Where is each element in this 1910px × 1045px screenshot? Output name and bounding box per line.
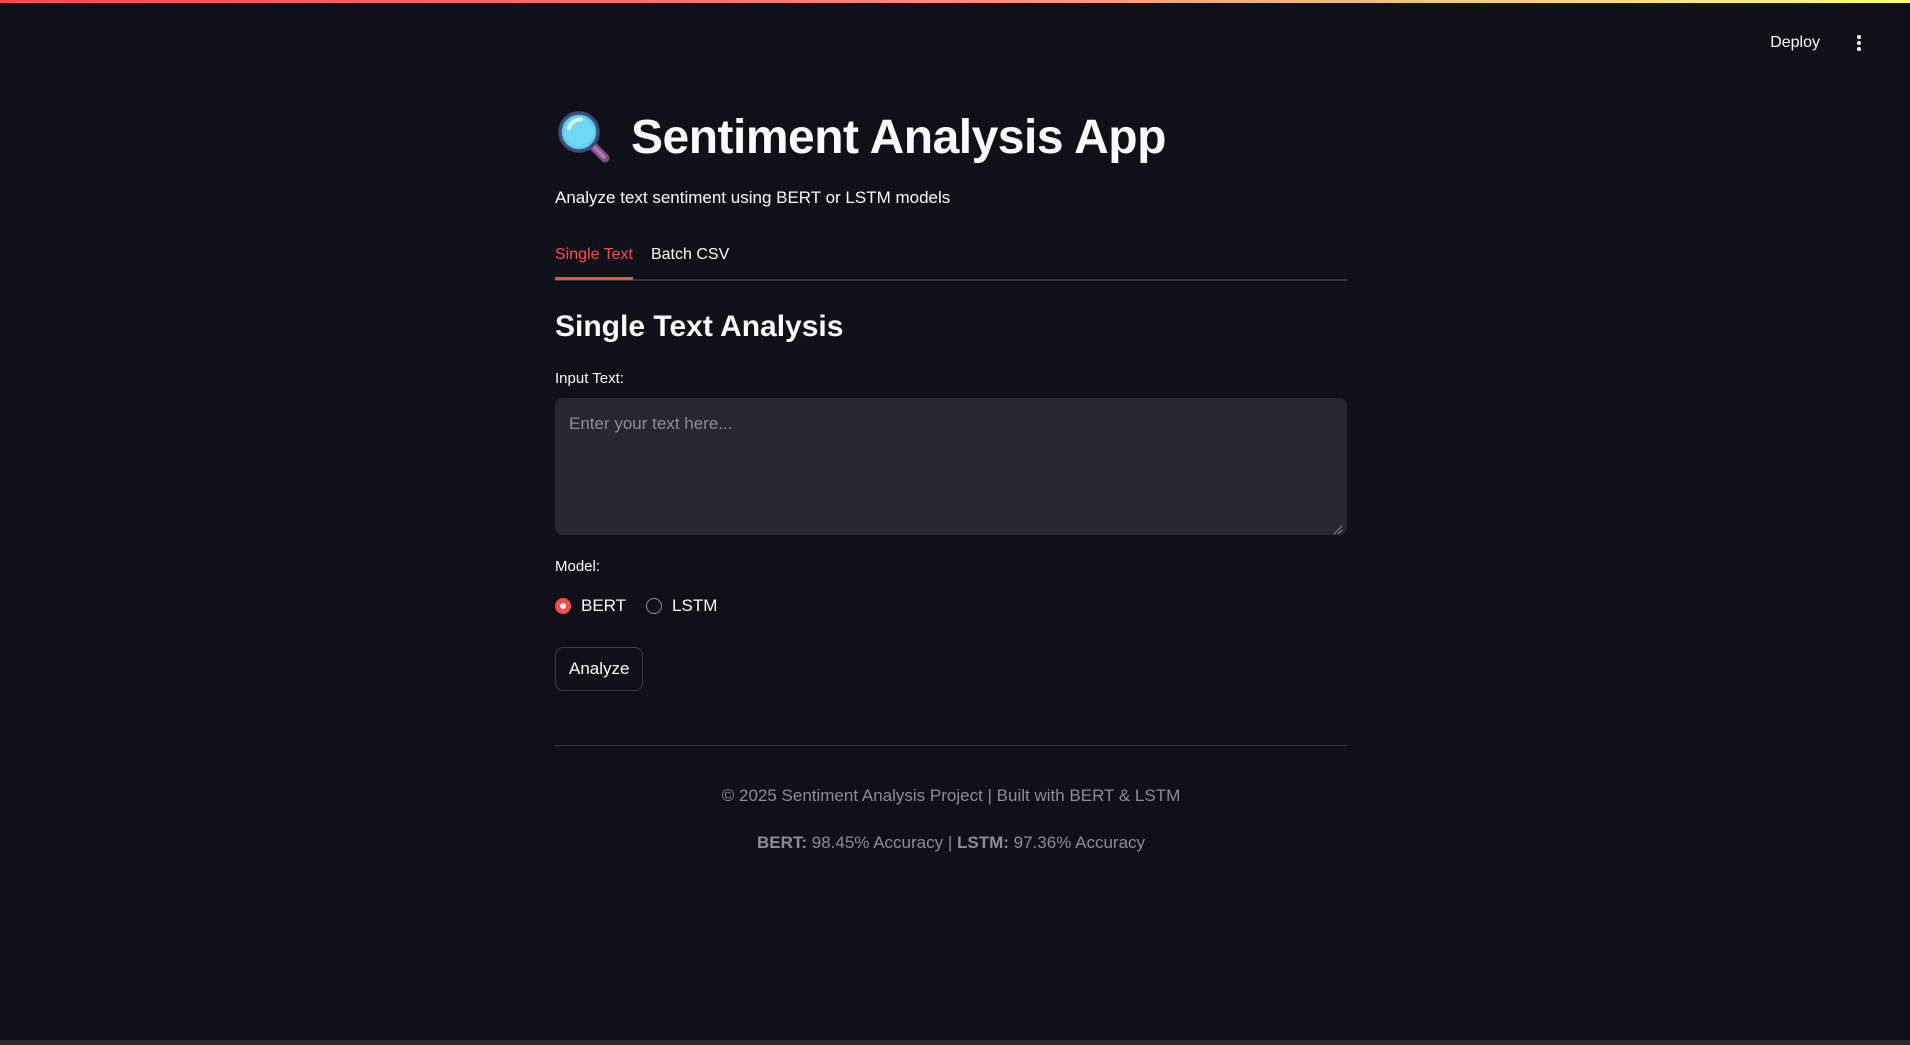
resize-grip-icon[interactable]	[1333, 522, 1343, 535]
magnifying-glass-icon	[555, 108, 613, 166]
tab-bar: Single Text Batch CSV	[555, 244, 1347, 281]
footer-accuracy: BERT: 98.45% Accuracy | LSTM: 97.36% Acc…	[555, 833, 1347, 853]
deploy-button[interactable]: Deploy	[1762, 28, 1828, 58]
page-subtitle: Analyze text sentiment using BERT or LST…	[555, 188, 951, 207]
page-title: Sentiment Analysis App	[631, 110, 1166, 164]
divider	[555, 745, 1347, 746]
lstm-accuracy-value: 97.36% Accuracy	[1013, 833, 1146, 852]
analyze-button[interactable]: Analyze	[555, 647, 644, 691]
model-label: Model:	[555, 558, 601, 575]
tab-batch-csv[interactable]: Batch CSV	[651, 244, 729, 277]
model-radio-group: BERT LSTM	[555, 596, 737, 616]
bert-accuracy-label: BERT:	[756, 833, 808, 852]
section-title: Single Text Analysis	[555, 310, 844, 343]
title-row: Sentiment Analysis App	[555, 108, 1166, 166]
toolbar: Deploy	[1762, 28, 1870, 58]
footer-separator: |	[947, 833, 953, 852]
bert-accuracy-value: 98.45% Accuracy	[811, 833, 944, 852]
input-text-label: Input Text:	[555, 370, 624, 387]
model-option-label: LSTM	[672, 596, 718, 615]
footer-copyright: © 2025 Sentiment Analysis Project | Buil…	[721, 786, 1181, 805]
app-window: Deploy Sentiment Analysis App Analyze te…	[0, 0, 1910, 1040]
tab-single-text[interactable]: Single Text	[555, 244, 633, 280]
more-vertical-icon[interactable]	[1848, 29, 1870, 57]
radio-unselected-icon[interactable]	[646, 598, 663, 614]
input-text-field[interactable]	[555, 398, 1347, 535]
radio-selected-icon[interactable]	[555, 598, 571, 614]
model-option-bert[interactable]: BERT	[555, 596, 626, 616]
model-option-label: BERT	[581, 596, 627, 615]
top-decoration-bar	[0, 0, 1910, 3]
model-option-lstm[interactable]: LSTM	[646, 596, 717, 616]
lstm-accuracy-label: LSTM:	[957, 833, 1009, 852]
